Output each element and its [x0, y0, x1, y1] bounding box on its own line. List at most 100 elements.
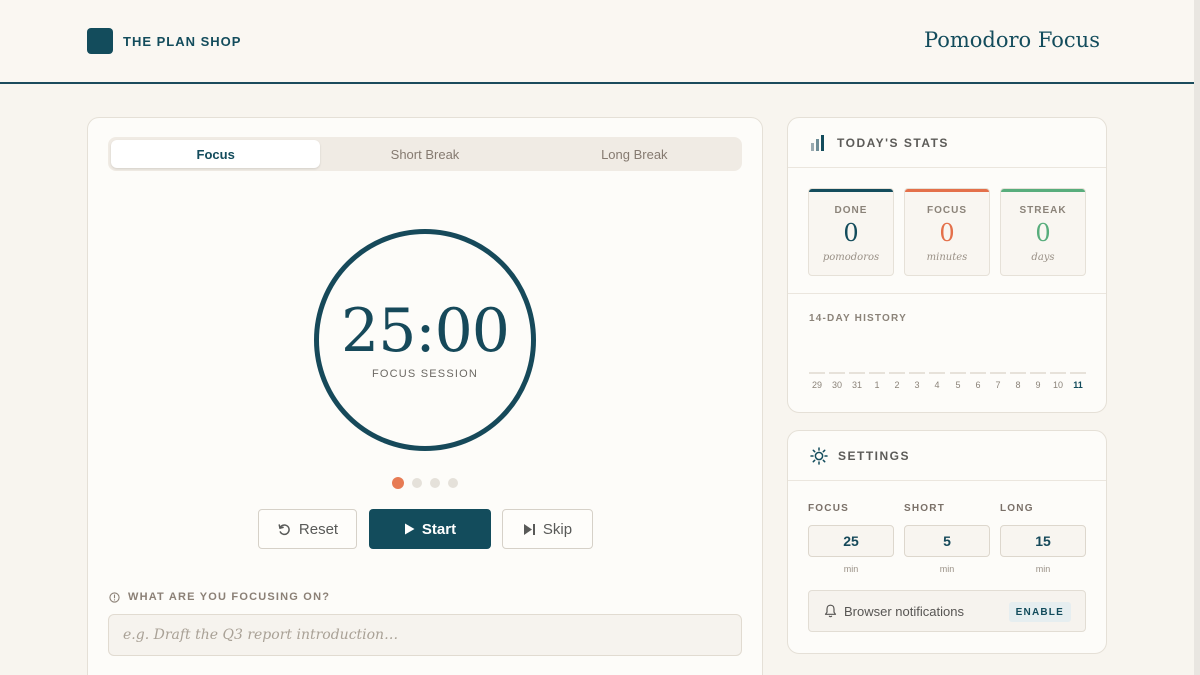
history-day: 3 [909, 372, 925, 390]
history-day-label: 8 [1015, 380, 1021, 390]
history-day: 29 [809, 372, 825, 390]
history-bar [1010, 372, 1026, 374]
short-break-minutes-input[interactable] [904, 525, 990, 557]
history-chart: 29 30 31 1 2 3 4 5 6 7 8 9 10 11 [809, 372, 1086, 394]
history-bar [1030, 372, 1046, 374]
history-day-label: 29 [811, 380, 822, 390]
history-day-label: 6 [975, 380, 981, 390]
history-bar [849, 372, 865, 374]
stat-label: DONE [834, 205, 868, 216]
stat-accent-bar [905, 189, 989, 192]
reset-label: Reset [298, 520, 339, 538]
history-day: 5 [950, 372, 966, 390]
history-bar [970, 372, 986, 374]
history-bar [929, 372, 945, 374]
skip-button[interactable]: Skip [502, 509, 593, 549]
brand-logo [87, 28, 113, 54]
stat-unit: days [1031, 252, 1055, 263]
history-day-label: 5 [955, 380, 961, 390]
setting-long: LONG min [1000, 503, 1086, 574]
app-header: THE PLAN SHOP Pomodoro Focus [0, 0, 1194, 84]
stat-focus: FOCUS 0 minutes [904, 188, 990, 276]
history-day: 30 [829, 372, 845, 390]
settings-header: SETTINGS [788, 431, 1106, 481]
session-label: FOCUS SESSION [371, 368, 479, 380]
bar-chart-icon [810, 134, 827, 151]
enable-notifications-button[interactable]: ENABLE [1008, 602, 1071, 622]
notifications-row: Browser notifications ENABLE [808, 590, 1086, 632]
setting-long-label: LONG [1000, 503, 1034, 514]
history-bar [869, 372, 885, 374]
history-day: 9 [1030, 372, 1046, 390]
skip-icon [523, 523, 536, 536]
setting-unit: min [1035, 564, 1051, 574]
history-day-label: 31 [851, 380, 862, 390]
info-icon [109, 591, 120, 603]
history-day-label: 1 [874, 380, 880, 390]
stat-label: FOCUS [927, 205, 967, 216]
stat-accent-bar [1001, 189, 1085, 192]
play-icon [404, 523, 415, 535]
tab-short-break[interactable]: Short Break [320, 140, 529, 168]
history-day-label: 2 [894, 380, 900, 390]
long-break-minutes-input[interactable] [1000, 525, 1086, 557]
history-day: 8 [1010, 372, 1026, 390]
stat-accent-bar [809, 189, 893, 192]
tab-long-break[interactable]: Long Break [530, 140, 739, 168]
reset-icon [277, 522, 292, 537]
stat-done: DONE 0 pomodoros [808, 188, 894, 276]
history-bar [809, 372, 825, 374]
history-day: 11 [1070, 372, 1086, 390]
history-day-label: 11 [1073, 380, 1083, 390]
focus-prompt-label: WHAT ARE YOU FOCUSING ON? [128, 591, 331, 603]
setting-short: SHORT min [904, 503, 990, 574]
skip-label: Skip [542, 520, 573, 538]
history-day: 2 [889, 372, 905, 390]
stats-header: TODAY'S STATS [788, 118, 1106, 168]
page-scrollbar[interactable] [1194, 0, 1200, 675]
cycle-dot [412, 478, 422, 488]
history-day-label: 9 [1035, 380, 1041, 390]
app-title: Pomodoro Focus [923, 28, 1100, 52]
setting-unit: min [939, 564, 955, 574]
stats-card: TODAY'S STATS DONE 0 pomodoros FOCUS 0 m… [787, 117, 1107, 413]
history-day: 6 [970, 372, 986, 390]
notifications-label: Browser notifications [844, 603, 964, 619]
history-bar [829, 372, 845, 374]
focus-task-input[interactable] [108, 614, 742, 656]
timer-ring: 25:00 FOCUS SESSION [314, 229, 536, 451]
mode-tabs: Focus Short Break Long Break [108, 137, 742, 171]
start-label: Start [421, 520, 457, 538]
brand[interactable]: THE PLAN SHOP [87, 28, 241, 54]
stats-title: TODAY'S STATS [837, 135, 949, 150]
setting-short-label: SHORT [904, 503, 945, 514]
history-day: 7 [990, 372, 1006, 390]
history-bar [889, 372, 905, 374]
stat-unit: pomodoros [822, 252, 880, 263]
history-day: 31 [849, 372, 865, 390]
bell-icon [824, 604, 837, 618]
cycle-dots [392, 477, 466, 489]
tab-focus[interactable]: Focus [111, 140, 321, 168]
settings-card: SETTINGS FOCUS min SHORT min LONG min Br… [787, 430, 1107, 654]
cycle-dot [448, 478, 458, 488]
stat-value: 0 [939, 219, 955, 247]
setting-focus: FOCUS min [808, 503, 894, 574]
stat-unit: minutes [926, 252, 968, 263]
history-bar [1050, 372, 1066, 374]
history-day-label: 4 [934, 380, 940, 390]
history-bar [990, 372, 1006, 374]
history-day-label: 30 [831, 380, 842, 390]
reset-button[interactable]: Reset [258, 509, 357, 549]
history-day: 10 [1050, 372, 1066, 390]
timer-display: 25:00 [341, 296, 510, 366]
history-day-label: 7 [995, 380, 1001, 390]
history-day: 4 [929, 372, 945, 390]
stat-label: STREAK [1019, 205, 1067, 216]
start-button[interactable]: Start [369, 509, 491, 549]
history-bar [950, 372, 966, 374]
stat-streak: STREAK 0 days [1000, 188, 1086, 276]
focus-minutes-input[interactable] [808, 525, 894, 557]
history-day: 1 [869, 372, 885, 390]
history-bar [909, 372, 925, 374]
